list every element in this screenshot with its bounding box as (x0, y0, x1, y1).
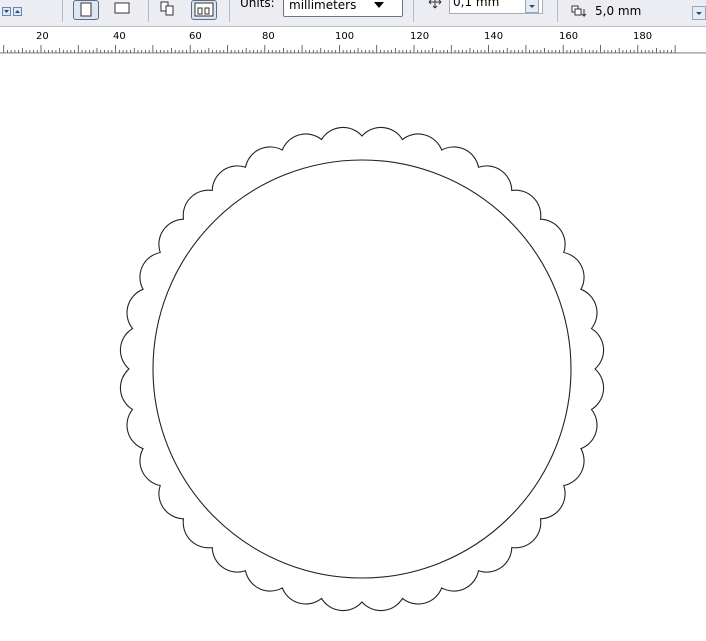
scalloped-circle-shape[interactable] (119, 126, 605, 612)
ruler-label: 160 (559, 31, 579, 42)
chevron-down-icon (696, 12, 702, 15)
all-pages-icon (160, 1, 174, 16)
chevron-down-icon (374, 2, 384, 8)
ruler-label: 100 (335, 31, 355, 42)
landscape-page-icon (114, 2, 130, 14)
inner-circle-shape[interactable] (152, 159, 572, 579)
spin-up-button[interactable] (13, 7, 22, 16)
ruler-label: 120 (410, 31, 430, 42)
units-label: Units: (240, 0, 275, 10)
ruler-label: 180 (633, 31, 653, 42)
property-bar: Units: millimeters 0,1 mm 5,0 mm (0, 0, 706, 27)
ruler-label: 20 (36, 31, 49, 42)
ruler-label: 40 (113, 31, 126, 42)
toolbar-separator (557, 0, 558, 22)
duplicate-distance-value: 5,0 mm (595, 4, 642, 18)
toolbar-separator (413, 0, 414, 22)
all-pages-button[interactable] (157, 0, 183, 20)
portrait-page-icon (80, 2, 92, 17)
nudge-distance-value: 0,1 mm (453, 0, 500, 9)
chevron-down-icon (529, 5, 535, 8)
nudge-icon (427, 0, 443, 12)
nudge-dropdown-button[interactable] (525, 0, 539, 13)
duplicate-dropdown-button[interactable] (692, 6, 706, 20)
current-page-icon (194, 2, 214, 17)
duplicate-distance-icon (570, 3, 590, 22)
drawing-svg (119, 126, 605, 612)
current-page-button[interactable] (191, 0, 217, 20)
spin-down-icon (4, 10, 9, 13)
spin-down-button[interactable] (2, 7, 11, 16)
units-value: millimeters (289, 0, 357, 12)
horizontal-ruler[interactable]: 20 40 60 80 100 120 140 160 180 (0, 27, 706, 54)
ruler-label: 60 (189, 31, 202, 42)
units-dropdown[interactable]: millimeters (283, 0, 403, 17)
spin-up-icon (15, 10, 20, 13)
ruler-label: 140 (484, 31, 504, 42)
toolbar-separator (148, 0, 149, 22)
ruler-label: 80 (262, 31, 275, 42)
landscape-button[interactable] (110, 0, 136, 20)
nudge-distance-field[interactable]: 0,1 mm (449, 0, 543, 14)
drawing-canvas[interactable] (0, 54, 706, 638)
duplicate-distance-field[interactable]: 5,0 mm (592, 4, 706, 24)
toolbar-separator (62, 0, 63, 22)
portrait-button[interactable] (73, 0, 99, 20)
toolbar-separator (229, 0, 230, 22)
